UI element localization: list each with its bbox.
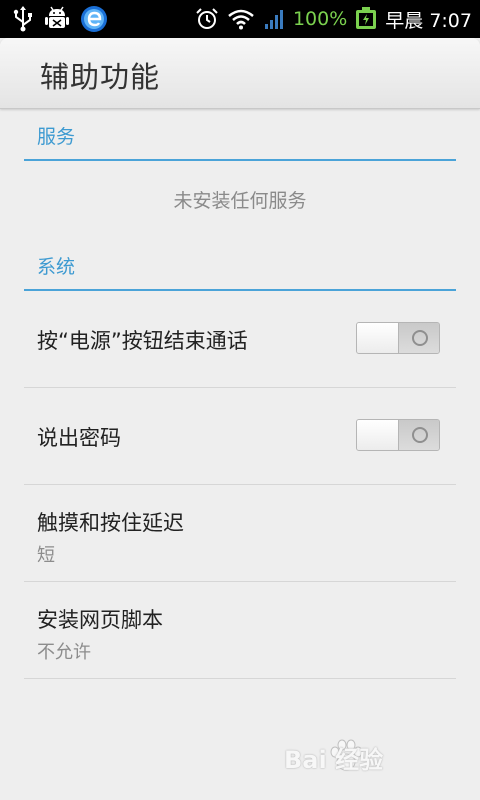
- pref-speak-passwords[interactable]: 说出密码: [24, 388, 456, 485]
- baidu-watermark: Bai 经验: [284, 736, 454, 776]
- pref-touch-hold-delay[interactable]: 触摸和按住延迟 短: [24, 485, 456, 582]
- pref-title: 触摸和按住延迟: [37, 511, 184, 535]
- toggle-knob: [357, 420, 399, 450]
- toggle-off-icon: [412, 330, 428, 346]
- section-header-services: 服务: [24, 108, 456, 161]
- browser-app-icon: [81, 6, 107, 32]
- section-title: 服务: [37, 126, 76, 148]
- wifi-icon: [228, 9, 254, 30]
- usb-icon: [13, 6, 32, 32]
- preferences-list: 服务 未安装任何服务 系统 按“电源”按钮结束通话 说出密码 触摸和按住延迟 短…: [24, 108, 456, 679]
- alarm-icon: [196, 8, 218, 29]
- status-bar-notifications: [12, 5, 108, 33]
- section-header-system: 系统: [24, 238, 456, 291]
- section-title: 系统: [37, 256, 76, 278]
- battery-percent: 100%: [292, 8, 348, 30]
- page-title: 辅助功能: [40, 60, 161, 94]
- speak-passwords-toggle[interactable]: [356, 419, 440, 451]
- battery-icon: [356, 7, 377, 29]
- pref-title: 按“电源”按钮结束通话: [37, 329, 248, 353]
- status-bar-system: 100% 早晨 7:07: [195, 0, 472, 38]
- watermark-text: Bai 经验: [284, 746, 384, 774]
- action-bar: 辅助功能: [0, 38, 480, 109]
- power-button-ends-call-toggle[interactable]: [356, 322, 440, 354]
- pref-install-web-scripts[interactable]: 安装网页脚本 不允许: [24, 582, 456, 679]
- pref-title: 说出密码: [37, 426, 121, 450]
- android-debug-icon: [45, 6, 69, 28]
- pref-power-button-ends-call[interactable]: 按“电源”按钮结束通话: [24, 291, 456, 388]
- signal-icon: [264, 10, 283, 29]
- pref-title: 安装网页脚本: [37, 608, 163, 632]
- toggle-knob: [357, 323, 399, 353]
- pref-summary: 短: [37, 545, 55, 566]
- pref-summary: 不允许: [37, 642, 91, 663]
- toggle-off-icon: [412, 427, 428, 443]
- status-bar: 100% 早晨 7:07: [0, 0, 480, 38]
- empty-services-message: 未安装任何服务: [173, 190, 307, 212]
- clock-time: 早晨 7:07: [385, 9, 472, 32]
